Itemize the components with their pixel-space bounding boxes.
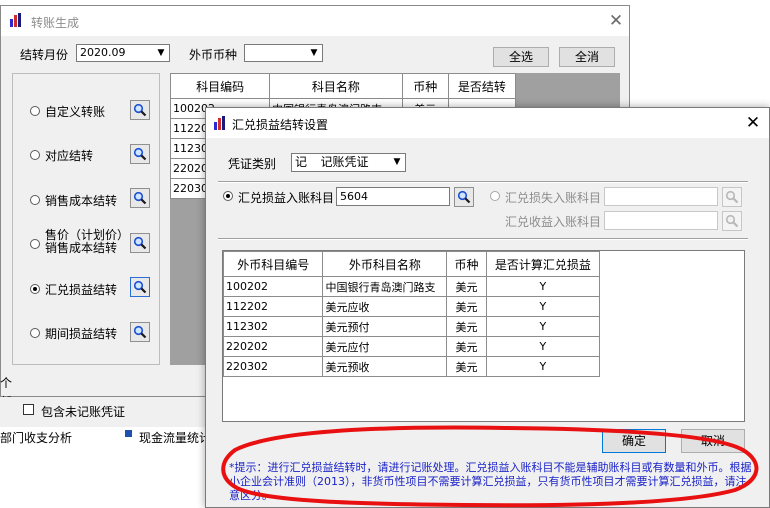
income-in-account-label: 汇兑收益入账科目 xyxy=(505,215,602,229)
option-label-planned-price-line2[interactable]: 销售成本结转 xyxy=(45,242,117,255)
voucher-type-select[interactable]: 记 记账凭证 ▼ xyxy=(291,153,406,172)
option-radio-exchange[interactable] xyxy=(30,284,40,294)
foreign-account-grid: 外币科目编号 外币科目名称 币种 是否计算汇兑损益 100202 中国银行青岛澳门… xyxy=(222,251,601,377)
column-header: 币种 xyxy=(401,73,449,99)
loss-in-account-input[interactable] xyxy=(604,187,718,206)
column-header: 币种 xyxy=(446,251,487,277)
column-header: 科目名称 xyxy=(269,73,403,99)
option-radio-period-pl[interactable] xyxy=(30,328,40,338)
column-header: 外币科目编号 xyxy=(222,251,324,277)
option-label-custom[interactable]: 自定义转账 xyxy=(45,103,105,120)
option-radio-planned-price[interactable] xyxy=(30,239,40,249)
option-radio-sales-cost[interactable] xyxy=(30,195,40,205)
table-row[interactable]: 112202 美元应收 美元 Y xyxy=(222,296,601,317)
select-all-button[interactable]: 全选 xyxy=(493,47,549,67)
voucher-code: 记 xyxy=(295,155,308,169)
option-radio-corresponding[interactable] xyxy=(30,150,40,160)
loss-in-account-radio[interactable] xyxy=(490,191,500,201)
chevron-down-icon: ▼ xyxy=(388,154,405,170)
option-radio-custom[interactable] xyxy=(30,106,40,116)
month-value: 2020.09 xyxy=(80,46,126,59)
search-icon[interactable] xyxy=(722,187,742,207)
department-analysis-link[interactable]: 部门收支分析 xyxy=(0,429,72,446)
currency-label: 外币币种 xyxy=(189,48,238,62)
gain-in-account-input[interactable]: 5604 xyxy=(336,187,450,206)
search-icon[interactable] xyxy=(130,322,150,342)
search-icon[interactable] xyxy=(130,188,150,208)
search-icon[interactable] xyxy=(130,100,150,120)
left-fragment: 个 xyxy=(0,376,13,390)
month-label: 结转月份 xyxy=(20,48,69,62)
search-icon[interactable] xyxy=(454,187,474,207)
chevron-down-icon: ▼ xyxy=(152,45,169,61)
deselect-all-button[interactable]: 全消 xyxy=(559,47,615,67)
search-icon[interactable] xyxy=(130,233,150,253)
transfer-window-titlebar: 转账生成 ✕ xyxy=(1,6,629,36)
voucher-type-label: 凭证类别 xyxy=(228,157,277,171)
divider xyxy=(218,238,748,240)
month-select[interactable]: 2020.09 ▼ xyxy=(76,44,170,62)
app-logo-icon xyxy=(10,13,24,27)
cashflow-icon xyxy=(125,430,132,437)
search-icon[interactable] xyxy=(722,211,742,231)
cashflow-link[interactable]: 现金流量统计 xyxy=(139,429,211,446)
close-icon[interactable]: ✕ xyxy=(740,112,766,134)
gain-in-account-radio[interactable] xyxy=(223,191,233,201)
column-header: 外币科目名称 xyxy=(322,251,448,277)
chevron-down-icon: ▼ xyxy=(305,45,322,61)
table-row[interactable]: 100202 中国银行青岛澳门路支 美元 Y xyxy=(222,276,601,297)
voucher-name: 记账凭证 xyxy=(320,155,369,169)
option-label-corresponding[interactable]: 对应结转 xyxy=(45,147,93,164)
table-row[interactable]: 220202 美元应付 美元 Y xyxy=(222,336,601,357)
gain-in-account-label[interactable]: 汇兑损益入账科目 xyxy=(238,189,334,206)
annotation-ellipse xyxy=(221,425,759,508)
close-icon[interactable]: ✕ xyxy=(603,10,629,32)
app-logo-icon xyxy=(214,116,228,130)
option-label-sales-cost[interactable]: 销售成本结转 xyxy=(45,192,117,209)
search-icon[interactable] xyxy=(130,144,150,164)
search-icon[interactable] xyxy=(130,277,150,297)
option-label-exchange[interactable]: 汇兑损益结转 xyxy=(45,281,117,298)
transfer-window-title: 转账生成 xyxy=(31,16,80,30)
divider xyxy=(218,181,748,183)
column-header: 是否结转 xyxy=(447,73,517,99)
income-in-account-input[interactable] xyxy=(604,211,718,230)
column-header: 是否计算汇兑损益 xyxy=(485,251,601,277)
column-header: 科目编码 xyxy=(169,73,271,99)
currency-select[interactable]: ▼ xyxy=(244,44,323,62)
table-row[interactable]: 112302 美元预付 美元 Y xyxy=(222,316,601,337)
dialog-title: 汇兑损益结转设置 xyxy=(232,118,329,132)
include-unposted-checkbox[interactable] xyxy=(23,404,34,415)
option-label-period-pl[interactable]: 期间损益结转 xyxy=(45,325,117,342)
dialog-titlebar: 汇兑损益结转设置 ✕ xyxy=(206,108,769,138)
table-row[interactable]: 220302 美元预收 美元 Y xyxy=(222,356,601,377)
include-unposted-label[interactable]: 包含未记账凭证 xyxy=(41,403,125,420)
loss-in-account-label: 汇兑损失入账科目 xyxy=(505,191,602,205)
